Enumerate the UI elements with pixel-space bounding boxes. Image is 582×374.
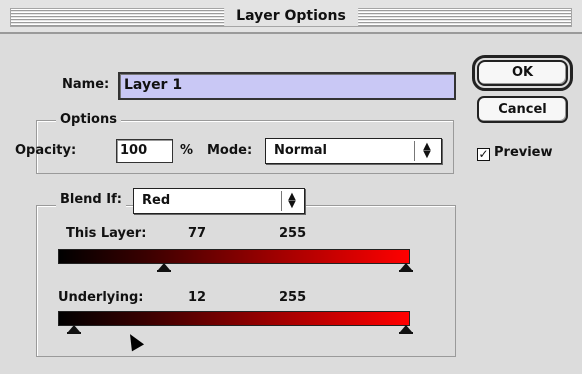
mode-select-value: Normal <box>274 143 327 158</box>
name-label: Name: <box>62 77 110 92</box>
preview-checkbox[interactable]: ✓ <box>477 148 490 161</box>
this-layer-low-value: 77 <box>188 226 207 241</box>
mode-label: Mode: <box>207 143 253 158</box>
underlying-gradient-bar <box>58 311 410 326</box>
percent-symbol: % <box>180 143 194 158</box>
this-layer-high-value: 255 <box>279 226 307 241</box>
this-layer-low-slider-handle[interactable] <box>157 263 171 272</box>
underlying-label: Underlying: <box>58 290 144 305</box>
blend-channel-value: Red <box>142 193 171 208</box>
select-arrows-icon: ▲ ▼ <box>414 141 439 161</box>
title-bar[interactable]: Layer Options <box>0 0 582 34</box>
preview-label: Preview <box>494 145 553 160</box>
cancel-button[interactable]: Cancel <box>477 96 568 123</box>
ok-button[interactable]: OK <box>472 55 573 91</box>
options-group-label: Options <box>56 112 121 127</box>
this-layer-label: This Layer: <box>66 226 147 241</box>
select-arrows-icon: ▲ ▼ <box>281 191 302 211</box>
opacity-input[interactable]: 100 <box>116 139 173 163</box>
blend-if-label: Blend If: <box>56 192 126 207</box>
opacity-label: Opacity: <box>15 143 77 158</box>
underlying-high-slider-handle[interactable] <box>399 325 413 334</box>
underlying-low-value: 12 <box>188 290 207 305</box>
this-layer-gradient-bar <box>58 249 410 264</box>
name-input[interactable]: Layer 1 <box>118 72 456 100</box>
window-title: Layer Options <box>224 6 358 26</box>
underlying-high-value: 255 <box>279 290 307 305</box>
blend-channel-select[interactable]: Red ▲ ▼ <box>133 188 305 214</box>
this-layer-high-slider-handle[interactable] <box>399 263 413 272</box>
mode-select[interactable]: Normal ▲ ▼ <box>265 138 442 164</box>
underlying-low-slider-handle[interactable] <box>67 325 81 334</box>
